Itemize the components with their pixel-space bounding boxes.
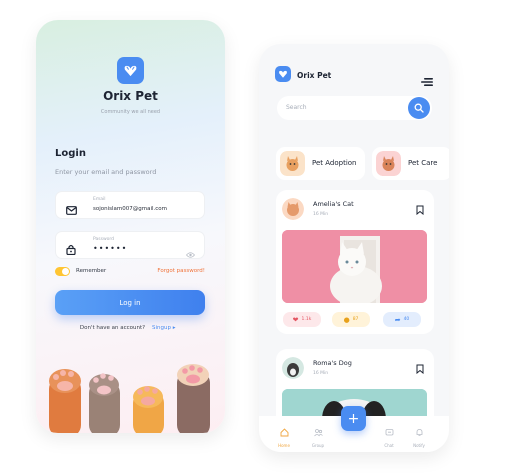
share-count: 40 — [403, 317, 410, 322]
cat-paws-illustration — [49, 364, 210, 433]
no-account-text: Don't have an account? — [36, 325, 225, 331]
remember-label: Remember — [76, 268, 107, 274]
email-label: Email — [93, 197, 106, 202]
search-placeholder: Search — [286, 104, 307, 111]
post-author[interactable]: Amelia's Cat — [313, 200, 354, 208]
signup-link[interactable]: Singup ▸ — [152, 325, 175, 331]
nav-label: Notify — [413, 443, 425, 448]
comment-button[interactable]: ● 87 — [332, 312, 370, 327]
search-icon — [414, 103, 424, 113]
app-logo — [117, 57, 144, 84]
avatar[interactable] — [282, 198, 304, 220]
search-button[interactable] — [408, 97, 430, 119]
menu-icon[interactable] — [421, 71, 433, 90]
login-heading: Login — [55, 148, 86, 159]
nav-home[interactable]: Home — [271, 422, 297, 448]
post-card: Amelia's Cat 16 Min ❤ 1.1k ● 87 ➦ 40 — [276, 190, 434, 334]
nav-chat[interactable]: Chat — [376, 422, 402, 448]
post-time: 16 Min — [313, 371, 329, 376]
nav-group[interactable]: Group — [305, 422, 331, 448]
password-value[interactable]: •••••• — [93, 244, 127, 253]
share-button[interactable]: ➦ 40 — [383, 312, 421, 327]
bottom-nav: Home Group + Chat Notify — [259, 406, 449, 452]
forgot-password-link[interactable]: Forgot password! — [157, 268, 205, 274]
password-field[interactable]: Password •••••• — [55, 231, 205, 259]
email-field[interactable]: Email sojonislam007@gmail.com — [55, 191, 205, 219]
bell-icon — [416, 429, 422, 436]
white-cat-image — [282, 230, 427, 303]
brand-title: Orix Pet — [297, 71, 332, 80]
chat-icon — [385, 429, 393, 436]
email-value[interactable]: sojonislam007@gmail.com — [93, 206, 167, 212]
like-button[interactable]: ❤ 1.1k — [283, 312, 321, 327]
login-screen: Orix Pet Community we all need Login Ent… — [36, 20, 225, 433]
share-icon: ➦ — [394, 315, 401, 324]
chip-label: Pet Adoption — [312, 159, 357, 167]
comment-count: 87 — [352, 317, 359, 322]
post-photo[interactable] — [282, 230, 427, 303]
chip-pet-care[interactable]: Pet Care — [372, 147, 449, 180]
toggle-knob — [62, 268, 69, 275]
login-button[interactable]: Log in — [55, 290, 205, 315]
chip-pet-adoption[interactable]: Pet Adoption — [276, 147, 365, 180]
mail-icon — [66, 200, 77, 219]
app-logo — [275, 66, 291, 82]
no-account-label: Don't have an account? — [79, 325, 146, 331]
like-count: 1.1k — [301, 317, 312, 322]
nav-notify[interactable]: Notify — [406, 422, 432, 448]
nav-label: Chat — [384, 443, 394, 448]
post-author[interactable]: Roma's Dog — [313, 359, 352, 367]
remember-toggle[interactable] — [55, 267, 70, 276]
nav-label: Group — [311, 443, 325, 448]
password-label: Password — [93, 237, 115, 242]
brand-tagline: Community we all need — [100, 109, 161, 115]
search-bar[interactable]: Search — [277, 96, 432, 120]
bookmark-icon[interactable] — [416, 359, 424, 378]
heart-logo-icon — [124, 65, 137, 77]
post-time: 16 Min — [313, 212, 329, 217]
add-post-button[interactable]: + — [341, 406, 366, 431]
group-icon — [313, 429, 323, 437]
heart-icon: ❤ — [292, 315, 299, 324]
avatar[interactable] — [282, 357, 304, 379]
login-subheading: Enter your email and password — [55, 168, 157, 176]
bookmark-icon[interactable] — [416, 200, 424, 219]
eye-icon[interactable] — [185, 243, 196, 262]
home-icon — [280, 428, 288, 437]
heart-logo-icon — [279, 70, 287, 78]
nav-label: Home — [278, 443, 290, 448]
chip-label: Pet Care — [408, 159, 438, 167]
feed-screen: Orix Pet Search Pet Adoption Pet Care Am… — [259, 44, 449, 452]
pet-adoption-image — [280, 151, 305, 176]
brand-title: Orix Pet — [103, 89, 158, 103]
lock-icon — [66, 240, 76, 259]
pet-care-image — [376, 151, 401, 176]
comment-icon: ● — [343, 315, 350, 324]
